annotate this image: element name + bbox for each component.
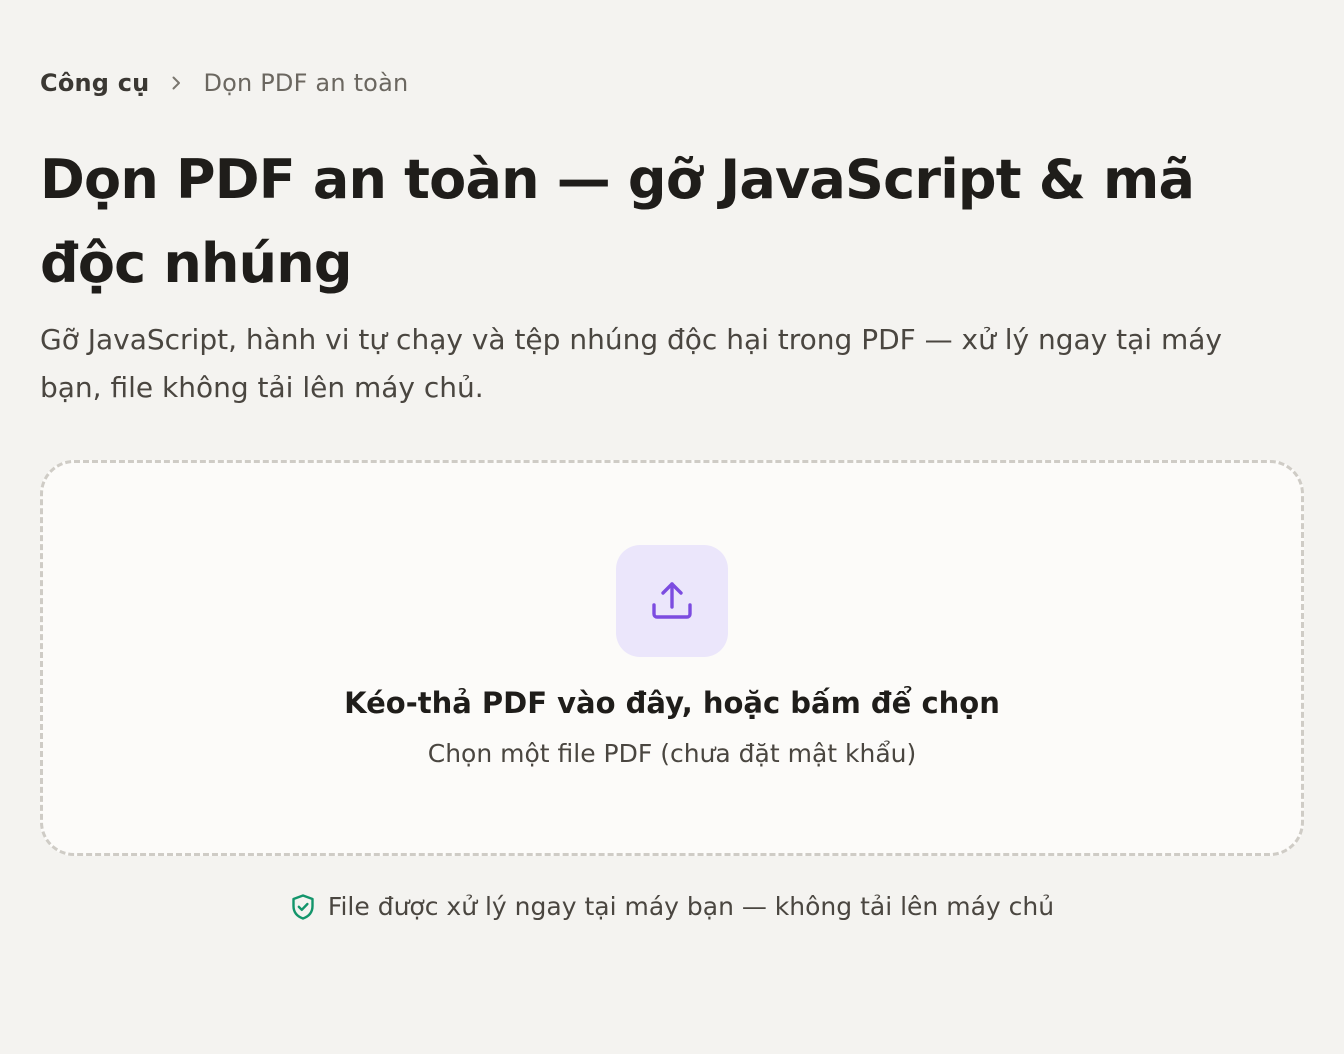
upload-icon xyxy=(649,578,695,624)
privacy-text: File được xử lý ngay tại máy bạn — không… xyxy=(327,892,1055,921)
pdf-dropzone[interactable]: Kéo-thả PDF vào đây, hoặc bấm để chọn Ch… xyxy=(40,460,1304,856)
page-title: Dọn PDF an toàn — gỡ JavaScript & mã độc… xyxy=(40,148,1195,295)
page: Công cụ Dọn PDF an toàn Dọn PDF an toàn … xyxy=(0,0,1344,1054)
dropzone-subtitle: Chọn một file PDF (chưa đặt mật khẩu) xyxy=(427,739,917,768)
dropzone-title: Kéo-thả PDF vào đây, hoặc bấm để chọn xyxy=(344,686,1000,720)
privacy-note: File được xử lý ngay tại máy bạn — không… xyxy=(0,890,1344,924)
breadcrumb-link-tools[interactable]: Công cụ xyxy=(40,66,149,100)
page-description: Gỡ JavaScript, hành vi tự chạy và tệp nh… xyxy=(40,323,1222,404)
breadcrumb-current: Dọn PDF an toàn xyxy=(203,69,409,97)
upload-icon-tile xyxy=(616,545,728,657)
chevron-right-icon xyxy=(167,74,185,92)
breadcrumb: Công cụ Dọn PDF an toàn xyxy=(40,66,408,100)
shield-check-icon xyxy=(290,893,316,921)
